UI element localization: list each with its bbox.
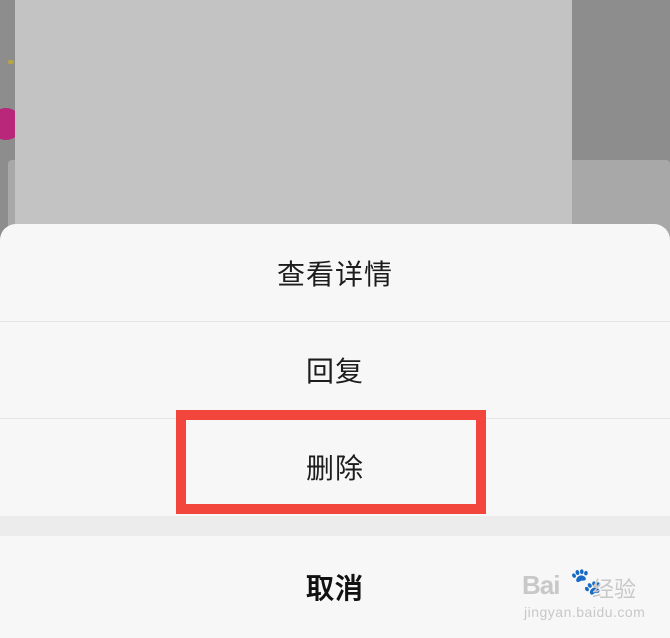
cancel-label: 取消	[305, 572, 364, 605]
section-gap	[0, 516, 670, 536]
cancel-button[interactable]: 取消	[0, 536, 670, 638]
background-dot	[8, 60, 14, 64]
delete-label: 删除	[305, 451, 364, 485]
reply-label: 回复	[305, 354, 364, 388]
view-details-label: 查看详情	[276, 257, 393, 291]
reply-button[interactable]: 回复	[0, 321, 670, 418]
view-details-button[interactable]: 查看详情	[0, 224, 670, 321]
action-sheet: 查看详情 回复 删除 取消	[0, 224, 670, 638]
delete-button[interactable]: 删除	[0, 418, 670, 515]
message-preview-card	[15, 0, 572, 232]
